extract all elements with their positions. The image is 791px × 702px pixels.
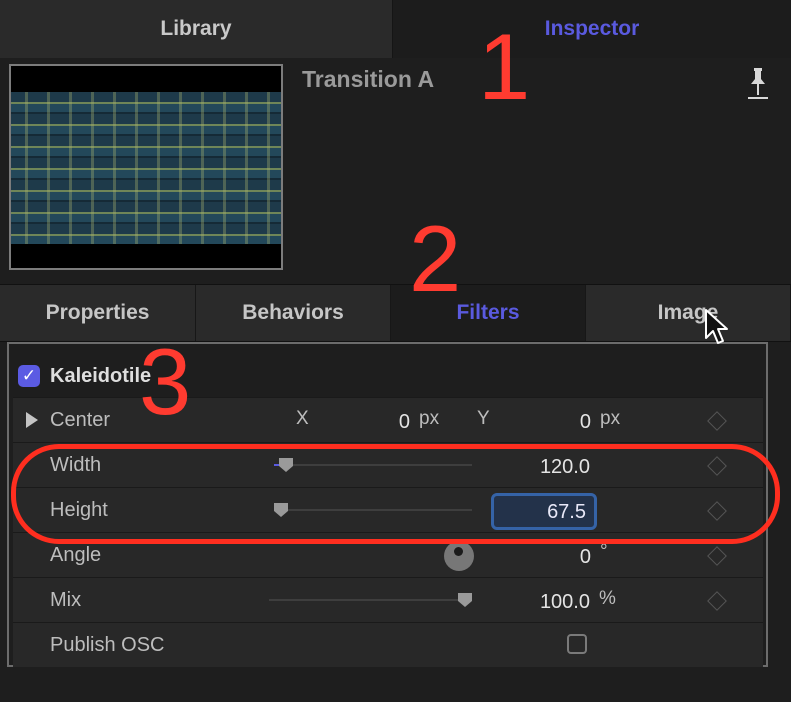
tab-library[interactable]: Library [0, 0, 393, 58]
keyframe-diamond-icon[interactable] [707, 546, 727, 566]
keyframe-diamond-icon[interactable] [707, 411, 727, 431]
filter-name: Kaleidotile [50, 364, 152, 387]
param-row-mix: Mix 100.0 % [13, 577, 763, 622]
mix-slider-knob[interactable] [457, 592, 473, 608]
mix-slider-track[interactable] [269, 599, 467, 601]
param-row-center: Center X 0 px Y 0 px [13, 397, 763, 442]
top-tab-bar: Library Inspector [0, 0, 791, 59]
param-label: Publish OSC [50, 634, 165, 656]
center-x-label: X [296, 408, 309, 429]
center-y-value[interactable]: 0 [523, 411, 591, 434]
annotation-number: 1 [478, 14, 531, 119]
inspector-sub-tab-bar: Properties Behaviors Filters Image [0, 284, 791, 342]
pin-icon[interactable] [745, 66, 771, 100]
annotation-highlight-ellipse [11, 444, 780, 544]
center-y-label: Y [477, 408, 490, 429]
mix-value[interactable]: 100.0 [493, 591, 590, 614]
angle-value[interactable]: 0 [523, 546, 591, 569]
tab-image[interactable]: Image [586, 285, 791, 341]
param-label: Mix [50, 589, 82, 611]
filter-header: ✓ Kaleidotile [18, 362, 151, 390]
center-x-value[interactable]: 0 [343, 411, 410, 434]
filter-enable-checkbox[interactable]: ✓ [18, 365, 40, 387]
param-label: Center [50, 409, 111, 431]
publish-osc-checkbox[interactable] [567, 634, 587, 654]
mouse-cursor-icon [705, 309, 728, 344]
keyframe-diamond-icon[interactable] [707, 591, 727, 611]
thumbnail-image [11, 92, 281, 244]
mix-unit: % [599, 588, 616, 609]
center-y-unit: px [600, 408, 621, 429]
tab-inspector[interactable]: Inspector [393, 0, 791, 58]
tab-behaviors[interactable]: Behaviors [196, 285, 391, 341]
clip-thumbnail [9, 64, 283, 270]
annotation-number: 3 [139, 329, 192, 434]
param-label: Angle [50, 544, 102, 566]
clip-title: Transition A [302, 66, 435, 92]
annotation-number: 2 [409, 206, 462, 311]
angle-dial[interactable] [444, 541, 474, 571]
param-row-publish-osc: Publish OSC [13, 622, 763, 667]
center-x-unit: px [419, 408, 440, 429]
angle-unit: ° [600, 541, 608, 562]
disclosure-triangle-icon[interactable] [26, 412, 38, 428]
